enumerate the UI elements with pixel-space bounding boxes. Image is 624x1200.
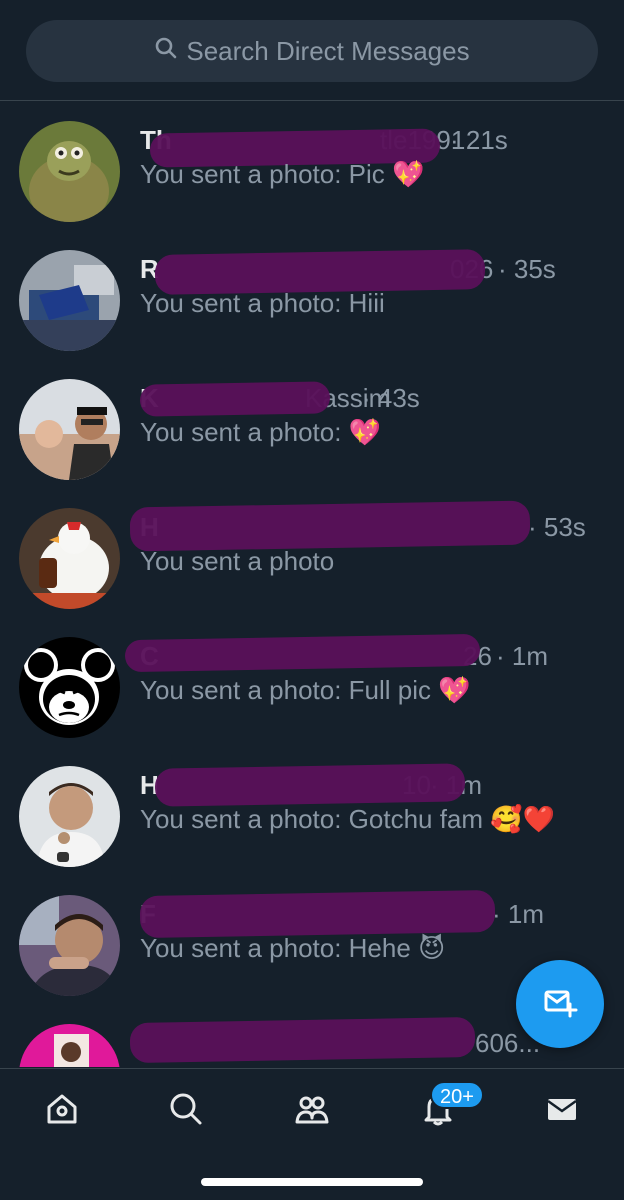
avatar [19,1024,120,1067]
timestamp: · 35s [498,254,556,284]
message-preview: You sent a photo: Hiii [140,288,385,318]
conversation-row[interactable]: H 10 · 1m You sent a photo: Gotchu fam 🥰… [0,746,624,875]
avatar [19,895,120,996]
timestamp: · 1m [496,641,549,671]
tab-home[interactable] [38,1087,86,1135]
explore-icon [168,1091,204,1132]
timestamp: · 53s [528,512,586,542]
home-indicator [201,1178,423,1186]
search-placeholder: Search Direct Messages [186,35,470,66]
timestamp: · 43s [362,383,420,413]
avatar [19,379,120,480]
timestamp: · 21s [450,125,508,155]
conversation-row[interactable]: C 26 · 1m You sent a photo: Full pic 💖 [0,617,624,746]
notifications-badge: 20+ [430,1081,484,1109]
avatar [19,766,120,867]
messages-icon [544,1091,580,1132]
redaction [154,763,466,807]
conversation-row[interactable]: K Kassim · 43s You sent a photo: 💖 [0,359,624,488]
redaction [139,381,331,417]
tab-communities[interactable] [288,1087,336,1135]
avatar [19,508,120,609]
message-preview: You sent a photo: Pic 💖 [140,159,425,190]
message-preview: You sent a photo: 💖 [140,417,382,448]
conversation-row[interactable]: Th tle1991 · 21s You sent a photo: Pic 💖 [0,101,624,230]
avatar [19,121,120,222]
redaction [139,889,496,939]
new-message-icon [540,982,580,1027]
home-icon [44,1091,80,1132]
timestamp: · 1m [492,899,545,929]
message-preview: You sent a photo: Hehe 😈 [140,933,446,964]
tab-explore[interactable] [162,1087,210,1135]
redaction [129,500,531,552]
new-message-button[interactable] [516,960,604,1048]
tab-messages[interactable] [538,1087,586,1135]
avatar [19,250,120,351]
message-preview: You sent a photo: Full pic 💖 [140,675,471,706]
conversation-row[interactable]: R 026 · 35s You sent a photo: Hiii [0,230,624,359]
message-preview: You sent a photo [140,546,335,576]
redaction [129,1016,476,1064]
search-input[interactable]: Search Direct Messages [26,20,598,82]
communities-icon [294,1091,330,1132]
message-preview: You sent a photo: Gotchu fam 🥰❤️ [140,804,556,835]
redaction [124,633,481,673]
conversation-list: Th tle1991 · 21s You sent a photo: Pic 💖… [0,101,624,1067]
avatar [19,637,120,738]
conversation-row[interactable]: H · 53s You sent a photo [0,488,624,617]
search-icon [154,36,178,67]
